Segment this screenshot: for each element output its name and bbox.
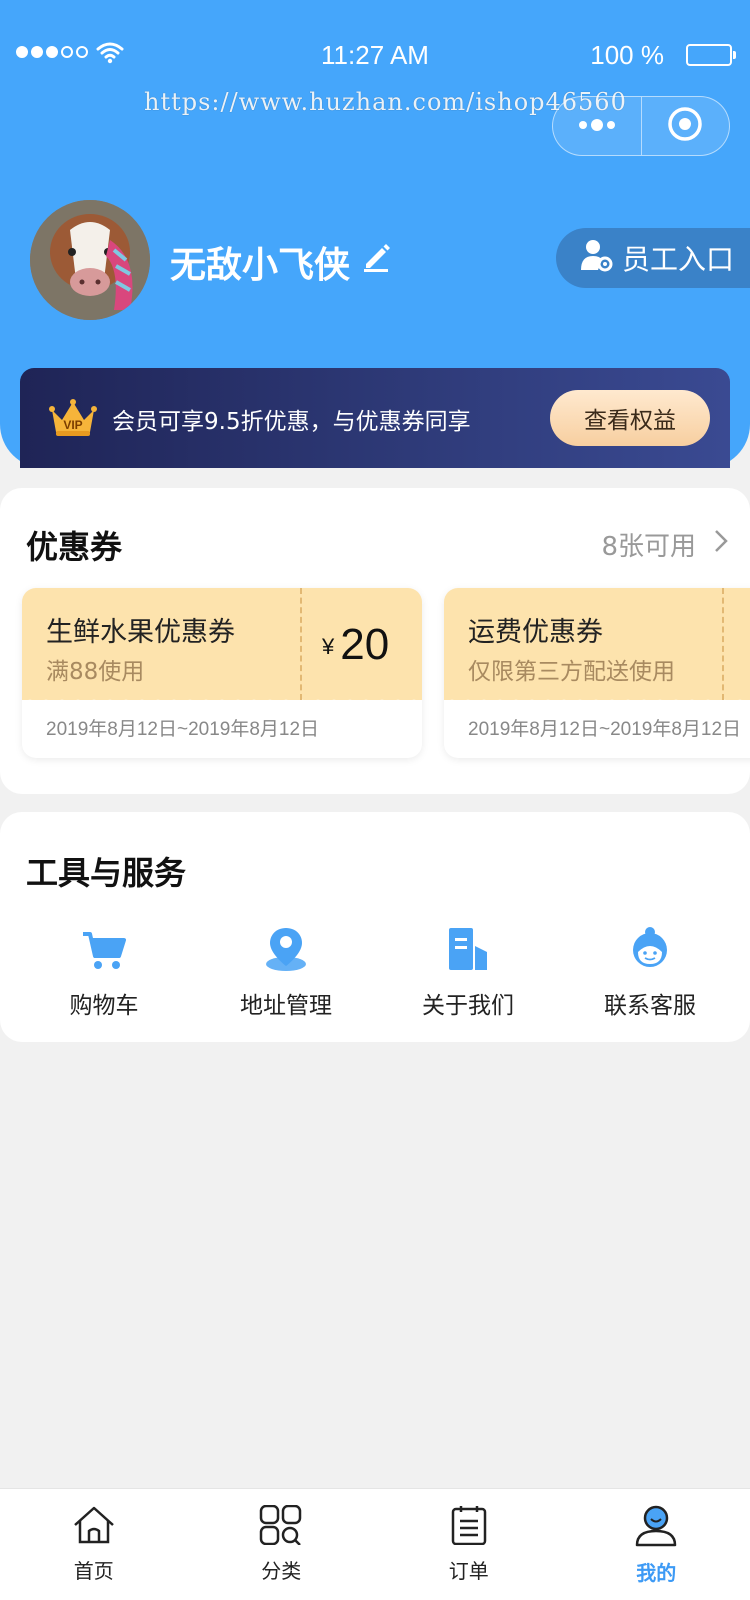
coupon-count: 8张可用 [601,532,696,562]
cart-icon [14,922,194,972]
coupon-section: 优惠券 8张可用 生鲜水果优惠券 满88使用 ¥20 2019年8月12日~20… [0,488,750,794]
tools-section-title: 工具与服务 [26,854,187,892]
profile-header: 11:27 AM 100 % https://www.huzhan.com/is… [0,0,750,468]
tab-profile[interactable]: 我的 [563,1489,750,1600]
bottom-tab-bar: 首页 分类 订单 我的 [0,1488,750,1600]
tab-label: 我的 [636,1561,677,1585]
status-bar: 11:27 AM 100 % [0,34,750,74]
avatar[interactable] [30,200,150,320]
edit-pencil-icon[interactable] [360,240,392,276]
tool-label: 地址管理 [240,993,332,1019]
order-icon [447,1505,491,1549]
staff-entry-button[interactable]: 员工入口 [556,228,750,288]
more-button[interactable] [553,97,641,155]
tab-label: 订单 [448,1559,489,1583]
battery-icon [686,44,736,66]
target-circle-icon [667,106,703,146]
coupon-name: 运费优惠券 [468,617,603,648]
coupon-condition: 满88使用 [46,659,145,685]
coupon-card[interactable]: 生鲜水果优惠券 满88使用 ¥20 2019年8月12日~2019年8月12日 [22,588,422,758]
tab-category[interactable]: 分类 [188,1489,376,1600]
vip-badge-text: VIP [63,418,82,432]
coupon-name: 生鲜水果优惠券 [46,617,235,648]
close-mini-program-button[interactable] [642,97,730,155]
coupon-card[interactable]: 运费优惠券 仅限第三方配送使用 2019年8月12日~2019年8月12日 [444,588,750,758]
profile-icon [634,1505,678,1551]
coupon-date: 2019年8月12日~2019年8月12日 [468,719,742,740]
vip-banner: VIP 会员可享9.5折优惠，与优惠券同享 查看权益 [20,368,730,468]
home-icon [72,1505,116,1549]
tool-label: 联系客服 [604,993,696,1019]
more-dots-icon [577,117,617,136]
tool-about[interactable]: 关于我们 [378,922,558,1020]
category-icon [259,1504,303,1549]
location-icon [196,922,376,972]
building-icon [378,922,558,972]
tab-label: 首页 [73,1559,114,1583]
coupon-amount: ¥20 [322,620,390,669]
battery-percent: 100 % [590,40,664,70]
tool-label: 关于我们 [422,993,514,1019]
chevron-right-icon [714,529,728,560]
tool-address[interactable]: 地址管理 [196,922,376,1020]
tab-orders[interactable]: 订单 [375,1489,563,1600]
tool-cart[interactable]: 购物车 [14,922,194,1020]
vip-crown-icon: VIP [48,398,98,442]
mini-program-capsule [552,96,730,156]
tools-section: 工具与服务 购物车 地址管理 关于我们 联系客服 [0,812,750,1042]
coupon-date: 2019年8月12日~2019年8月12日 [46,719,320,740]
vip-benefit-text: 会员可享9.5折优惠，与优惠券同享 [112,409,471,435]
tab-label: 分类 [261,1559,302,1583]
tool-label: 购物车 [69,993,139,1019]
coupon-count-link[interactable]: 8张可用 [601,526,728,563]
currency-symbol: ¥ [322,634,335,660]
username: 无敌小飞侠 [170,245,351,286]
tab-home[interactable]: 首页 [0,1489,188,1600]
coupon-section-title: 优惠券 [26,528,123,566]
tool-customer-service[interactable]: 联系客服 [560,922,740,1020]
view-benefits-button[interactable]: 查看权益 [550,390,710,446]
staff-entry-label: 员工入口 [622,243,735,276]
staff-user-gear-icon [580,238,614,279]
coupon-condition: 仅限第三方配送使用 [468,659,675,685]
customer-service-icon [560,922,740,972]
